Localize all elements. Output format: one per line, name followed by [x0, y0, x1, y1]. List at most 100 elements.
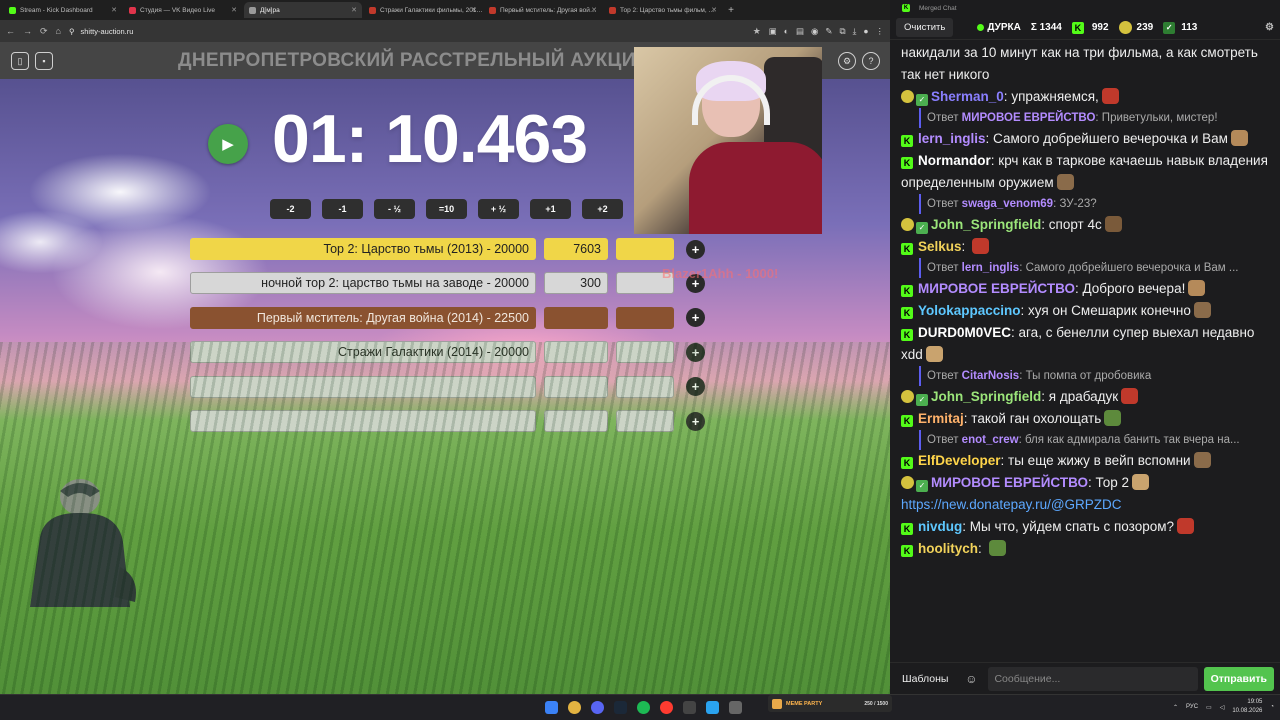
help-icon[interactable]: ? — [862, 52, 880, 70]
reply-username[interactable]: swaga_venom69 — [962, 198, 1053, 210]
reply-username[interactable]: enot_crew — [962, 434, 1019, 446]
start-menu-icon[interactable] — [545, 701, 558, 714]
chat-reply-quote[interactable]: Ответ enot_crew: бля как адмирала банить… — [919, 430, 1268, 450]
message-input[interactable]: Сообщение... — [988, 666, 1198, 691]
timer-play-button[interactable]: ▶ — [208, 124, 248, 164]
chat-username[interactable]: John_Springfield — [931, 389, 1041, 404]
reply-username[interactable]: CitarNosis — [962, 370, 1020, 382]
chat-username[interactable]: МИРОВОЕ ЕВРЕЙСТВО — [931, 475, 1088, 490]
browser-tab[interactable]: Первый мститель: Другая вой… ✕ — [484, 2, 602, 18]
steam-app-icon[interactable] — [614, 701, 627, 714]
timer-adjust-button[interactable]: -2 — [270, 199, 311, 219]
chat-link[interactable]: https://new.donatepay.ru/@GRPZDC — [901, 494, 1268, 516]
notification-bell-icon[interactable]: ◔ — [1270, 704, 1274, 710]
browser-menu-icon[interactable]: ⋮ — [876, 26, 885, 37]
lot-sum-field[interactable] — [544, 306, 608, 329]
send-button[interactable]: Отправить — [1203, 666, 1274, 691]
app-icon[interactable] — [660, 701, 673, 714]
extension-icon[interactable]: ◐ — [784, 26, 789, 37]
reply-username[interactable]: МИРОВОЕ ЕВРЕЙСТВО — [962, 112, 1096, 124]
chat-settings-gear-icon[interactable]: ⚙ — [1265, 22, 1274, 33]
timer-adjust-button[interactable]: - ½ — [374, 199, 415, 219]
lot-add-button[interactable]: + — [686, 239, 705, 259]
discord-app-icon[interactable] — [591, 701, 604, 714]
extension-icon[interactable]: ▤ — [796, 26, 804, 37]
chat-reply-quote[interactable]: Ответ swaga_venom69: ЗУ-23? — [919, 194, 1268, 214]
spotify-app-icon[interactable] — [637, 701, 650, 714]
templates-button[interactable]: Шаблоны — [896, 673, 954, 685]
chat-reply-quote[interactable]: Ответ МИРОВОЕ ЕВРЕЙСТВО: Приветульки, ми… — [919, 108, 1268, 128]
lot-name-field[interactable]: Стражи Галактики (2014) - 20000 — [190, 341, 536, 364]
chat-username[interactable]: nivdug — [918, 519, 962, 534]
lot-name-field[interactable] — [190, 375, 536, 398]
timer-adjust-button[interactable]: + ½ — [478, 199, 519, 219]
lot-add-button[interactable]: + — [686, 411, 705, 431]
lot-sum-field[interactable]: 7603 — [544, 238, 608, 260]
reply-username[interactable]: lern_inglis — [962, 262, 1020, 274]
lot-sum-field[interactable]: 300 — [544, 272, 608, 295]
browser-tab[interactable]: Д[м]ра ✕ — [244, 2, 362, 18]
lot-add-amount-input[interactable] — [616, 341, 674, 364]
lot-sum-field[interactable] — [544, 410, 608, 432]
tab-close-icon[interactable]: ✕ — [231, 6, 237, 14]
chat-username[interactable]: ElfDeveloper — [918, 453, 1001, 468]
language-indicator[interactable]: РУС — [1186, 704, 1198, 710]
browser-tab[interactable]: Стражи Галактики фильмы, 201… ✕ — [364, 2, 482, 18]
lot-add-amount-input[interactable] — [616, 238, 674, 260]
extension-icon[interactable]: ▣ — [769, 26, 777, 37]
extension-icon[interactable]: ✎ — [825, 26, 832, 37]
browser-tab[interactable]: Студия — VK Видео Live ✕ — [124, 2, 242, 18]
emoji-button[interactable]: ☺ — [960, 672, 982, 686]
download-icon[interactable]: ⤓ — [853, 26, 857, 37]
timer-adjust-button[interactable]: -1 — [322, 199, 363, 219]
tab-close-icon[interactable]: ✕ — [711, 6, 717, 14]
chat-username[interactable]: Selkus — [918, 239, 962, 254]
lot-add-button[interactable]: + — [686, 377, 705, 397]
chat-username[interactable]: DURD0M0VEC — [918, 325, 1011, 340]
chat-username[interactable]: Normandor — [918, 153, 991, 168]
volume-icon[interactable]: ◁ — [1220, 704, 1225, 711]
chat-username[interactable]: Sherman_0 — [931, 89, 1004, 104]
profile-icon[interactable]: ● — [863, 26, 868, 37]
chat-username[interactable]: Yolokappaccino — [918, 303, 1021, 318]
chat-reply-quote[interactable]: Ответ CitarNosis: Ты помпа от дробовика — [919, 366, 1268, 386]
lot-name-field[interactable]: Тор 2: Царство тьмы (2013) - 20000 — [190, 238, 536, 260]
url-field[interactable]: ⚲ shitty-auction.ru — [69, 23, 745, 39]
chat-username[interactable]: Ermitaj — [918, 411, 964, 426]
chat-username[interactable]: hoolitych — [918, 541, 978, 556]
sidebar-toggle-icon[interactable]: ▯ — [11, 52, 29, 70]
chat-username[interactable]: МИРОВОЕ ЕВРЕЙСТВО — [918, 281, 1075, 296]
app-icon[interactable] — [729, 701, 742, 714]
save-icon[interactable]: ▪ — [35, 52, 53, 70]
lot-name-field[interactable]: Первый мститель: Другая война (2014) - 2… — [190, 306, 536, 329]
clear-chat-button[interactable]: Очистить — [896, 18, 954, 37]
home-icon[interactable]: ⌂ — [56, 26, 61, 36]
obs-app-icon[interactable] — [683, 701, 696, 714]
extension-icon[interactable]: ◉ — [811, 26, 818, 37]
lot-add-amount-input[interactable] — [616, 375, 674, 398]
extensions-puzzle-icon[interactable]: ⧉ — [840, 26, 846, 37]
browser-tab[interactable]: Stream - Kick Dashboard ✕ — [4, 2, 122, 18]
timer-adjust-button[interactable]: =10 — [426, 199, 467, 219]
lot-name-field[interactable] — [190, 410, 536, 432]
meme-party-widget[interactable]: MEME PARTY 250 / 1500 — [768, 695, 892, 712]
lot-add-amount-input[interactable] — [616, 306, 674, 329]
chrome-app-icon[interactable] — [568, 701, 581, 714]
site-info-icon[interactable]: ⚲ — [69, 27, 75, 36]
lot-add-amount-input[interactable] — [616, 410, 674, 432]
clock[interactable]: 19:05 10.08.2026 — [1232, 698, 1262, 716]
chat-reply-quote[interactable]: Ответ lern_inglis: Самого добрейшего веч… — [919, 258, 1268, 278]
back-icon[interactable]: ← — [6, 26, 15, 36]
network-icon[interactable]: ▭ — [1206, 704, 1212, 711]
chat-username[interactable]: lern_inglis — [918, 131, 986, 146]
tab-close-icon[interactable]: ✕ — [351, 6, 357, 14]
browser-tab[interactable]: Тор 2: Царство тьмы фильм, … ✕ — [604, 2, 722, 18]
new-tab-button[interactable]: + — [724, 5, 738, 16]
tab-close-icon[interactable]: ✕ — [471, 6, 477, 14]
tray-chevron-icon[interactable]: ⌃ — [1173, 704, 1178, 711]
timer-adjust-button[interactable]: +2 — [582, 199, 623, 219]
lot-sum-field[interactable] — [544, 341, 608, 364]
forward-icon[interactable]: → — [23, 26, 32, 36]
tab-close-icon[interactable]: ✕ — [111, 6, 117, 14]
lot-name-field[interactable]: ночной тор 2: царство тьмы на заводе - 2… — [190, 272, 536, 295]
